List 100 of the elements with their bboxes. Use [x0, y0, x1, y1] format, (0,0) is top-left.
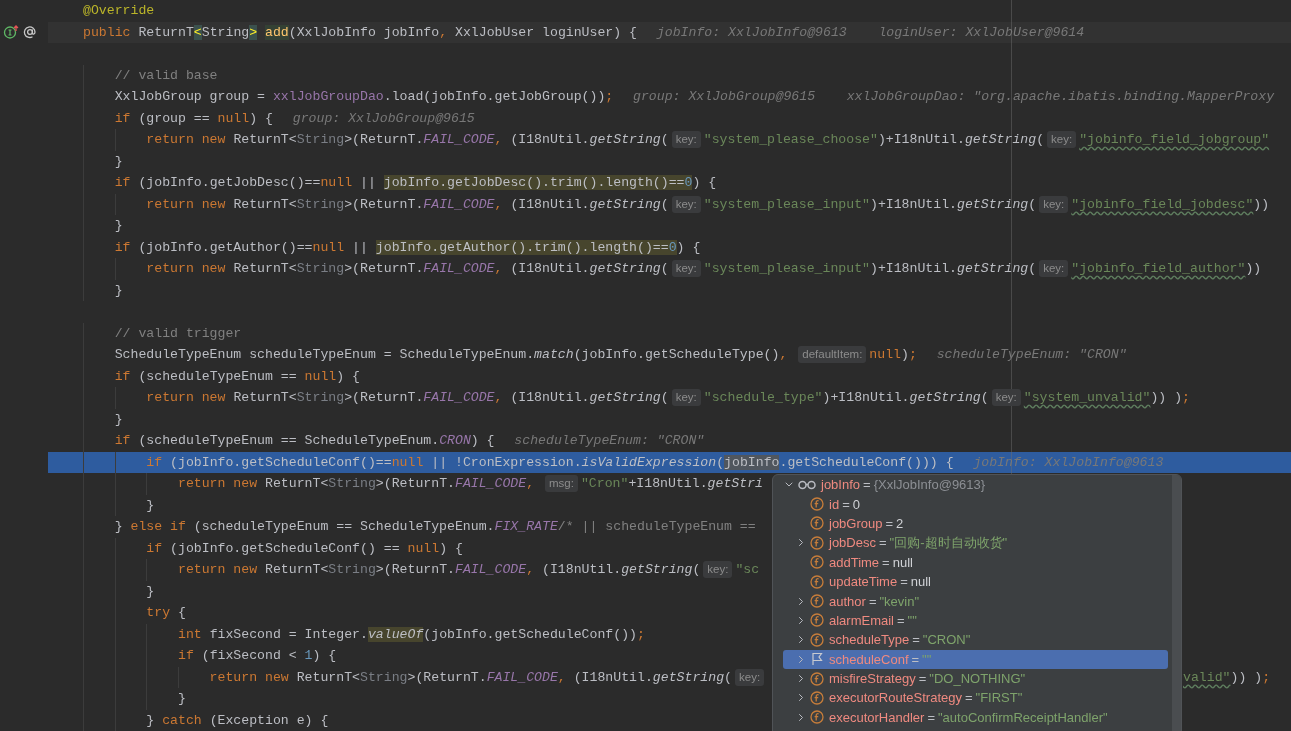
code-text: int fixSecond = Integer.valueOf(jobInfo.getScheduleConf());: [176, 625, 645, 644]
parameter-hint: key:: [1039, 195, 1069, 213]
code-text: "schedule_type")+I18nUtil.getString(: [703, 389, 989, 407]
variable-name: jobGroup: [829, 515, 883, 531]
variable-value: "DO_NOTHING": [929, 671, 1026, 687]
variable-value: "kevin": [879, 593, 920, 609]
variable-row[interactable]: addTime = null: [783, 552, 1168, 572]
inline-debug-value: group: XxlJobGroup@9615: [633, 88, 816, 106]
code-text: try {: [145, 604, 186, 622]
variable-name: misfireStrategy: [829, 671, 916, 687]
equals-sign: =: [911, 651, 920, 667]
parameter-hint: key:: [703, 561, 733, 579]
variable-name: jobDesc: [829, 535, 876, 551]
variable-row[interactable]: jobInfo = {XxlJobInfo@9613}: [783, 475, 1168, 495]
scrollbar[interactable]: [1172, 475, 1181, 731]
variable-row[interactable]: executorHandler = "autoConfirmReceiptHandler": [783, 707, 1168, 728]
variable-row[interactable]: alarmEmail = "": [783, 610, 1168, 631]
equals-sign: =: [885, 515, 894, 531]
variable-value: null: [910, 574, 931, 590]
equals-sign: =: [863, 477, 871, 493]
implements-marker-icon[interactable]: [3, 25, 19, 40]
code-text: public ReturnT<String> add(XxlJobInfo jobInfo, XxlJobUser loginUser) {: [83, 23, 638, 42]
variable-row[interactable]: executorRouteStrategy = "FIRST": [783, 688, 1168, 708]
code-text: "jobinfo_field_jobgroup": [1079, 131, 1270, 149]
code-text: "system_unvalid")) );: [1023, 389, 1190, 407]
code-text: }: [113, 217, 123, 235]
annotation-marker-icon[interactable]: [23, 25, 37, 40]
parameter-hint: key:: [1039, 260, 1069, 278]
code-text: }: [113, 281, 123, 300]
field-icon: [810, 516, 824, 531]
parameter-hint: msg:: [545, 475, 578, 493]
code-text: if (fixSecond < 1) {: [176, 647, 337, 665]
code-text: } else if (scheduleTypeEnum == ScheduleTypeEnum.FIX_RATE/* || scheduleTypeEnum ==: [113, 518, 756, 536]
code-text: valid")) );: [1183, 669, 1271, 685]
code-text: if (group == null) {: [113, 109, 273, 128]
code-text: return new ReturnT<String>(ReturnT.FAIL_CODE, (I18nUtil.getString(: [145, 131, 669, 149]
code-text: } catch (Exception e) {: [145, 711, 329, 730]
code-text: "jobinfo_field_author")): [1071, 260, 1262, 278]
variable-row[interactable]: jobGroup = 2: [783, 513, 1168, 534]
variable-value: "autoConfirmReceiptHandler": [938, 709, 1108, 725]
code-text: if (jobInfo.getAuthor()==null || jobInfo.getAuthor().trim().length()==0) {: [113, 238, 701, 257]
code-text: if (jobInfo.getJobDesc()==null || jobInfo.getJobDesc().trim().length()==0) {: [113, 174, 717, 192]
code-text: }: [145, 582, 155, 601]
code-text: "Cron"+I18nUtil.getStri: [580, 475, 763, 493]
code-text: @Override: [83, 2, 155, 20]
code-text: if (scheduleTypeEnum == null) {: [113, 367, 360, 386]
field-icon: [810, 574, 824, 589]
code-text: "jobinfo_field_jobdesc")): [1071, 195, 1270, 214]
parameter-hint: key:: [671, 195, 701, 213]
variable-value: "": [907, 612, 917, 628]
field-icon: [810, 613, 824, 628]
code-text: return new ReturnT<String>(ReturnT.FAIL_CODE, (I18nUtil.getString(: [145, 389, 669, 407]
field-icon: [810, 632, 824, 647]
code-text: }: [113, 152, 123, 171]
variable-name: executorHandler: [829, 709, 925, 725]
variable-value: "FIRST": [975, 690, 1023, 706]
variable-row[interactable]: author = "kevin": [783, 591, 1168, 611]
equals-sign: =: [842, 496, 850, 512]
code-text: ScheduleTypeEnum scheduleTypeEnum = ScheduleTypeEnum.match(jobInfo.getScheduleType(),: [113, 346, 789, 364]
variable-row[interactable]: id = 0: [783, 494, 1168, 514]
code-text: if (scheduleTypeEnum == ScheduleTypeEnum.CRON) {: [113, 432, 495, 450]
inline-debug-value: scheduleTypeEnum: "CRON": [514, 432, 705, 450]
equals-sign: =: [918, 671, 927, 687]
equals-sign: =: [927, 709, 935, 725]
variable-row[interactable]: updateTime = null: [783, 571, 1168, 592]
inline-debug-value: jobInfo: XxlJobInfo@9613: [656, 23, 847, 42]
code-text: // valid base: [113, 66, 218, 85]
code-text: if (jobInfo.getScheduleConf() == null) {: [145, 539, 463, 558]
field-icon: [810, 555, 824, 570]
equals-sign: =: [912, 632, 920, 648]
variable-name: updateTime: [829, 574, 898, 590]
variable-name: alarmEmail: [829, 612, 894, 628]
inline-debug-value: loginUser: XxlJobUser@9614: [878, 23, 1085, 42]
parameter-hint: defaultItem:: [798, 346, 867, 364]
variable-name: author: [829, 593, 866, 609]
code-text: "system_please_choose")+I18nUtil.getString(: [703, 131, 1045, 149]
parameter-hint: key:: [1047, 131, 1077, 149]
inline-debug-value: group: XxlJobGroup@9615: [292, 109, 475, 128]
equals-sign: =: [878, 535, 887, 551]
code-text: }: [145, 496, 155, 515]
code-text: return new ReturnT<String>(ReturnT.FAIL_CODE, (I18nUtil.getString(: [176, 561, 701, 579]
code-text: return new ReturnT<String>(ReturnT.FAIL_CODE,: [176, 475, 536, 493]
parameter-hint: key:: [671, 389, 701, 407]
parameter-hint: key:: [671, 260, 701, 278]
variable-value: "": [922, 651, 932, 667]
equals-sign: =: [897, 612, 905, 628]
field-icon: [810, 671, 824, 686]
inline-debug-value: jobInfo: XxlJobInfo@9613: [973, 453, 1164, 472]
variable-row[interactable]: jobDesc = "回购-超时自动收货": [783, 533, 1168, 553]
inline-debug-value: xxlJobGroupDao: "org.apache.ibatis.binding.MapperProxy: [846, 88, 1275, 106]
variable-name: executorRouteStrategy: [829, 690, 962, 706]
parameter-hint: key:: [735, 668, 765, 686]
equals-sign: =: [964, 690, 973, 706]
field-icon: [810, 710, 824, 725]
variable-row[interactable]: scheduleType = "CRON": [783, 630, 1168, 650]
code-text: }: [176, 690, 186, 708]
variable-row[interactable]: misfireStrategy = "DO_NOTHING": [783, 668, 1168, 689]
code-text: if (jobInfo.getScheduleConf()==null || !CronExpression.isValidExpression(jobInfo.getScheduleConf())) {: [145, 453, 954, 472]
field-icon: [810, 594, 824, 609]
parameter-hint: key:: [991, 389, 1021, 407]
